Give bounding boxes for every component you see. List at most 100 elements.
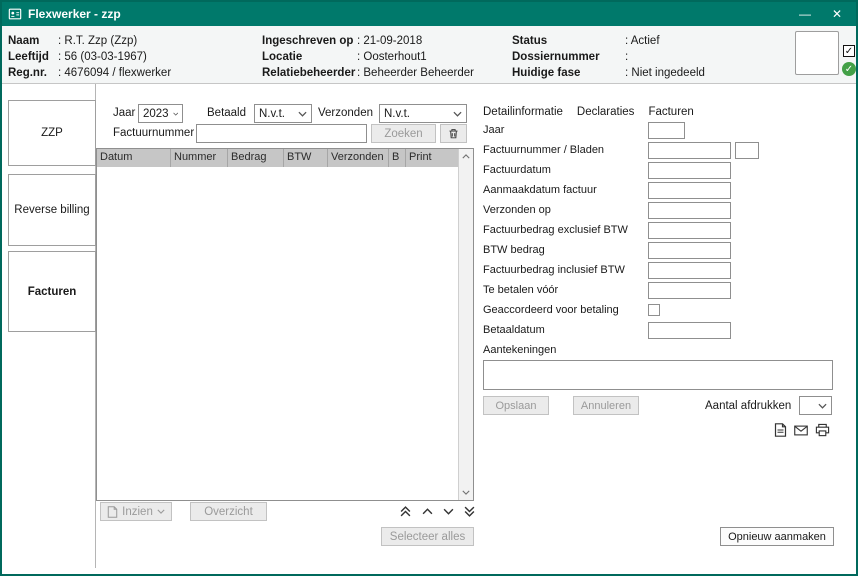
field-value: : Beheerder Beheerder: [357, 65, 474, 81]
invoice-table-header: Datum Nummer Bedrag BTW Verzonden B Prin…: [97, 149, 458, 167]
field-label: Leeftijd: [8, 49, 58, 65]
field-label: Status: [512, 33, 625, 49]
printer-icon: [815, 423, 830, 437]
column-header-b[interactable]: B: [389, 149, 406, 167]
invoice-table-body: [97, 167, 458, 500]
first-record-button[interactable]: [396, 503, 414, 519]
opslaan-label: Opslaan: [496, 400, 537, 412]
aantekeningen-textarea[interactable]: [483, 360, 833, 390]
scroll-down-icon[interactable]: [459, 485, 473, 500]
chevron-down-icon: [453, 111, 462, 117]
verzonden-op-label: Verzonden op: [483, 202, 551, 219]
detail-pane: Detailinformatie Declaraties Facturen Ja…: [483, 84, 837, 574]
trash-icon: [447, 127, 460, 140]
jaar-label: Jaar: [483, 122, 504, 139]
field-label: Naam: [8, 33, 58, 49]
opnieuw-aanmaken-label: Opnieuw aanmaken: [728, 531, 826, 543]
table-scrollbar[interactable]: [458, 149, 473, 500]
btw-bedrag-label: BTW bedrag: [483, 242, 545, 259]
aantekeningen-label: Aantekeningen: [483, 342, 556, 359]
sidebar-tab-zzp[interactable]: ZZP: [8, 100, 96, 166]
inzien-button-label: Inzien: [122, 506, 153, 518]
betaaldatum-input[interactable]: [648, 322, 731, 339]
zoeken-button[interactable]: Zoeken: [371, 124, 436, 143]
last-record-button[interactable]: [460, 503, 478, 519]
field-value: : 56 (03-03-1967): [58, 49, 147, 65]
tab-facturen-detail[interactable]: Facturen: [648, 106, 693, 118]
selecteer-alles-button[interactable]: Selecteer alles: [381, 527, 474, 546]
verzonden-filter-label: Verzonden: [318, 104, 373, 123]
double-chevron-up-icon: [400, 506, 411, 517]
double-chevron-down-icon: [464, 506, 475, 517]
header-column-3: Status: Actief Dossiernummer: Huidige fa…: [512, 33, 705, 81]
annuleren-label: Annuleren: [581, 400, 631, 412]
minimize-button[interactable]: —: [792, 7, 818, 21]
column-header-btw[interactable]: BTW: [284, 149, 328, 167]
factuurnummer-input[interactable]: [648, 142, 731, 159]
delete-button[interactable]: [440, 124, 467, 143]
scroll-up-icon[interactable]: [459, 149, 473, 164]
column-header-nummer[interactable]: Nummer: [171, 149, 228, 167]
column-header-print[interactable]: Print: [406, 149, 458, 167]
overzicht-button[interactable]: Overzicht: [190, 502, 267, 521]
bedrag-incl-input[interactable]: [648, 262, 731, 279]
print-preview-button[interactable]: [771, 422, 789, 438]
verzonden-op-input[interactable]: [648, 202, 731, 219]
betaald-dropdown-value: N.v.t.: [259, 108, 285, 120]
photo-placeholder: [795, 31, 839, 75]
field-value: : 4676094 / flexwerker: [58, 65, 171, 81]
field-label: Locatie: [262, 49, 357, 65]
jaar-input[interactable]: [648, 122, 685, 139]
inzien-split-button[interactable]: Inzien: [100, 502, 172, 521]
chevron-down-icon: [173, 111, 178, 117]
bedrag-excl-input[interactable]: [648, 222, 731, 239]
opslaan-button[interactable]: Opslaan: [483, 396, 549, 415]
email-button[interactable]: [792, 422, 810, 438]
field-value: : Oosterhout1: [357, 49, 427, 65]
sidebar-tab-reverse-billing[interactable]: Reverse billing: [8, 174, 96, 246]
print-button[interactable]: [813, 422, 831, 438]
tab-detailinformatie[interactable]: Detailinformatie: [483, 106, 563, 118]
sidebar-tab-facturen[interactable]: Facturen: [8, 251, 96, 332]
betaald-dropdown[interactable]: N.v.t.: [254, 104, 312, 123]
header-column-2: Ingeschreven op: 21-09-2018 Locatie: Oos…: [262, 33, 474, 81]
overzicht-button-label: Overzicht: [204, 506, 253, 518]
annuleren-button[interactable]: Annuleren: [573, 396, 639, 415]
tab-declaraties[interactable]: Declaraties: [577, 106, 635, 118]
detail-tabs: Detailinformatie Declaraties Facturen: [483, 106, 694, 118]
column-header-bedrag[interactable]: Bedrag: [228, 149, 284, 167]
previous-record-button[interactable]: [418, 503, 436, 519]
te-betalen-voor-input[interactable]: [648, 282, 731, 299]
field-label: Ingeschreven op: [262, 33, 357, 49]
status-ok-icon: ✓: [842, 62, 856, 76]
jaar-dropdown[interactable]: 2023: [138, 104, 183, 123]
person-header: Naam: R.T. Zzp (Zzp) Leeftijd: 56 (03-03…: [2, 26, 856, 84]
email-icon: [794, 425, 808, 436]
bladen-input[interactable]: [735, 142, 759, 159]
factuurdatum-input[interactable]: [648, 162, 731, 179]
field-label: Huidige fase: [512, 65, 625, 81]
btw-bedrag-input[interactable]: [648, 242, 731, 259]
aanmaakdatum-label: Aanmaakdatum factuur: [483, 182, 597, 199]
column-header-datum[interactable]: Datum: [97, 149, 171, 167]
print-preview-icon: [774, 423, 787, 437]
factuurnummer-filter-label: Factuurnummer: [113, 124, 194, 143]
betaald-filter-label: Betaald: [207, 104, 246, 123]
chevron-up-icon: [422, 507, 433, 516]
close-button[interactable]: ✕: [824, 7, 850, 21]
aanmaakdatum-input[interactable]: [648, 182, 731, 199]
chevron-down-icon: [818, 403, 827, 409]
aantal-afdrukken-dropdown[interactable]: [799, 396, 832, 415]
checked-checkbox-icon[interactable]: ✓: [843, 45, 855, 57]
verzonden-dropdown[interactable]: N.v.t.: [379, 104, 467, 123]
zoeken-button-label: Zoeken: [384, 128, 422, 140]
selecteer-alles-label: Selecteer alles: [390, 531, 465, 543]
app-icon: [8, 7, 22, 21]
geaccordeerd-label: Geaccordeerd voor betaling: [483, 302, 619, 319]
opnieuw-aanmaken-button[interactable]: Opnieuw aanmaken: [720, 527, 834, 546]
factuurnummer-search-input[interactable]: [196, 124, 367, 143]
field-value: : R.T. Zzp (Zzp): [58, 33, 137, 49]
geaccordeerd-checkbox[interactable]: [648, 304, 660, 316]
next-record-button[interactable]: [439, 503, 457, 519]
column-header-verzonden[interactable]: Verzonden: [328, 149, 389, 167]
